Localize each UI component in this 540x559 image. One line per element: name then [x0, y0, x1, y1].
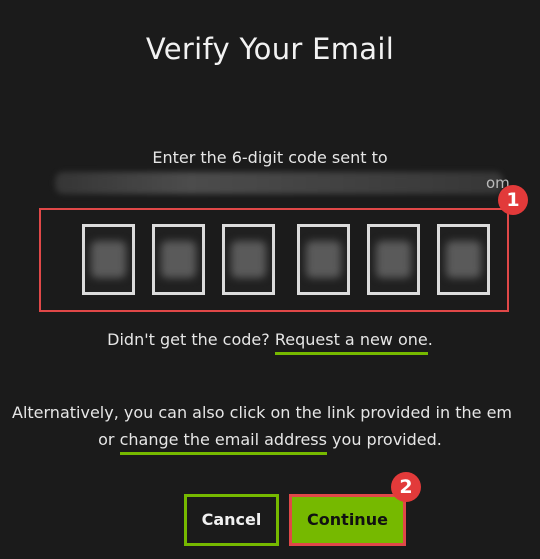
blurred-digit [446, 241, 481, 278]
cancel-button[interactable]: Cancel [184, 494, 279, 546]
blurred-digit [161, 241, 196, 278]
blurred-digit [376, 241, 411, 278]
code-instruction: Enter the 6-digit code sent to [152, 148, 388, 167]
alt-prefix: or [98, 430, 120, 449]
blurred-digit [91, 241, 126, 278]
code-digit-input-1[interactable] [82, 224, 135, 295]
page-title: Verify Your Email [145, 32, 395, 66]
blurred-digit [306, 241, 341, 278]
step-badge-2: 2 [391, 472, 421, 502]
code-digit-input-3[interactable] [222, 224, 275, 295]
change-email-link[interactable]: change the email address [119, 430, 327, 455]
resend-line: Didn't get the code? Request a new one. [0, 330, 540, 355]
redacted-email [55, 172, 503, 194]
alt-suffix: you provided. [326, 430, 442, 449]
step-badge-1: 1 [498, 185, 528, 215]
code-digit-input-6[interactable] [437, 224, 490, 295]
continue-button[interactable]: Continue [289, 494, 406, 546]
request-new-code-link[interactable]: Request a new one [274, 330, 428, 355]
blurred-digit [231, 241, 266, 278]
code-digit-input-5[interactable] [367, 224, 420, 295]
alternative-line-2: or change the email address you provided… [0, 430, 540, 455]
code-digit-input-4[interactable] [297, 224, 350, 295]
resend-suffix: . [427, 330, 433, 349]
resend-prefix: Didn't get the code? [107, 330, 275, 349]
code-digit-input-2[interactable] [152, 224, 205, 295]
alternative-text: Alternatively, you can also click on the… [12, 403, 512, 422]
